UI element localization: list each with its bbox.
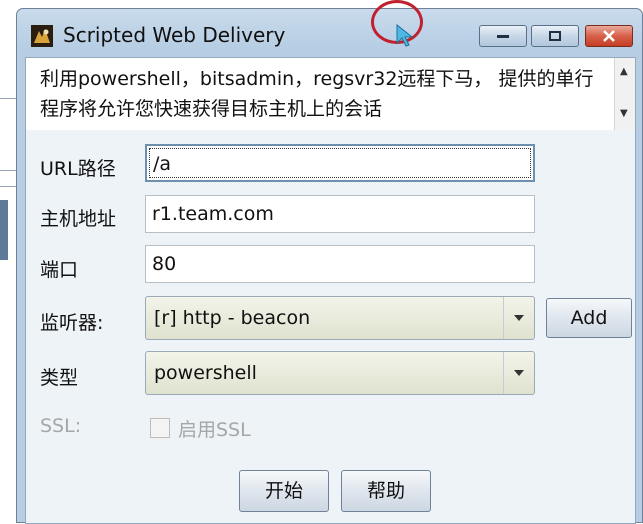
minimize-button[interactable]: [479, 25, 527, 47]
port-input[interactable]: 80: [145, 245, 535, 283]
background-divider: [0, 98, 16, 99]
chevron-down-icon: [514, 315, 524, 321]
port-label: 端口: [40, 259, 79, 281]
scripted-web-delivery-dialog: Scripted Web Delivery 利用powershell，bitsa…: [16, 8, 643, 524]
type-label: 类型: [40, 367, 79, 389]
description-area: 利用powershell，bitsadmin，regsvr32远程下马， 提供的…: [26, 58, 635, 130]
description-text: 利用powershell，bitsadmin，regsvr32远程下马， 提供的…: [40, 68, 594, 120]
maximize-button[interactable]: [531, 25, 579, 47]
listener-selected-value: [r] http - beacon: [154, 307, 311, 329]
listener-select[interactable]: [r] http - beacon: [145, 296, 535, 340]
url-path-input[interactable]: /a: [145, 144, 535, 182]
host-label: 主机地址: [40, 208, 117, 230]
background-tab: [0, 200, 8, 260]
url-path-label: URL路径: [40, 158, 116, 180]
type-dropdown-toggle[interactable]: [503, 352, 534, 394]
chevron-down-icon: [514, 370, 524, 376]
maximize-icon: [549, 31, 561, 41]
type-selected-value: powershell: [154, 362, 257, 384]
listener-dropdown-toggle[interactable]: [503, 297, 534, 339]
background-divider: [0, 170, 16, 171]
scroll-down-icon[interactable]: ▼: [620, 108, 628, 119]
ssl-label: SSL:: [40, 415, 82, 437]
app-icon: [31, 25, 53, 47]
scroll-up-icon[interactable]: ▲: [620, 66, 628, 77]
start-button[interactable]: 开始: [239, 470, 329, 512]
title-bar[interactable]: Scripted Web Delivery: [17, 9, 642, 57]
add-listener-button[interactable]: Add: [546, 298, 632, 338]
listener-label: 监听器:: [40, 312, 104, 334]
minimize-icon: [497, 35, 509, 38]
ssl-checkbox[interactable]: [150, 418, 170, 438]
description-scrollbar[interactable]: ▲ ▼: [614, 58, 635, 130]
window-title: Scripted Web Delivery: [63, 23, 286, 47]
dialog-body: 利用powershell，bitsadmin，regsvr32远程下马， 提供的…: [25, 57, 636, 524]
mouse-pointer-icon: [396, 24, 414, 47]
help-button[interactable]: 帮助: [341, 470, 431, 512]
ssl-checkbox-label: 启用SSL: [178, 419, 251, 441]
host-input[interactable]: r1.team.com: [145, 195, 535, 233]
close-button[interactable]: [585, 25, 633, 47]
background-divider: [0, 186, 16, 187]
type-select[interactable]: powershell: [145, 351, 535, 395]
close-icon: [603, 30, 615, 42]
